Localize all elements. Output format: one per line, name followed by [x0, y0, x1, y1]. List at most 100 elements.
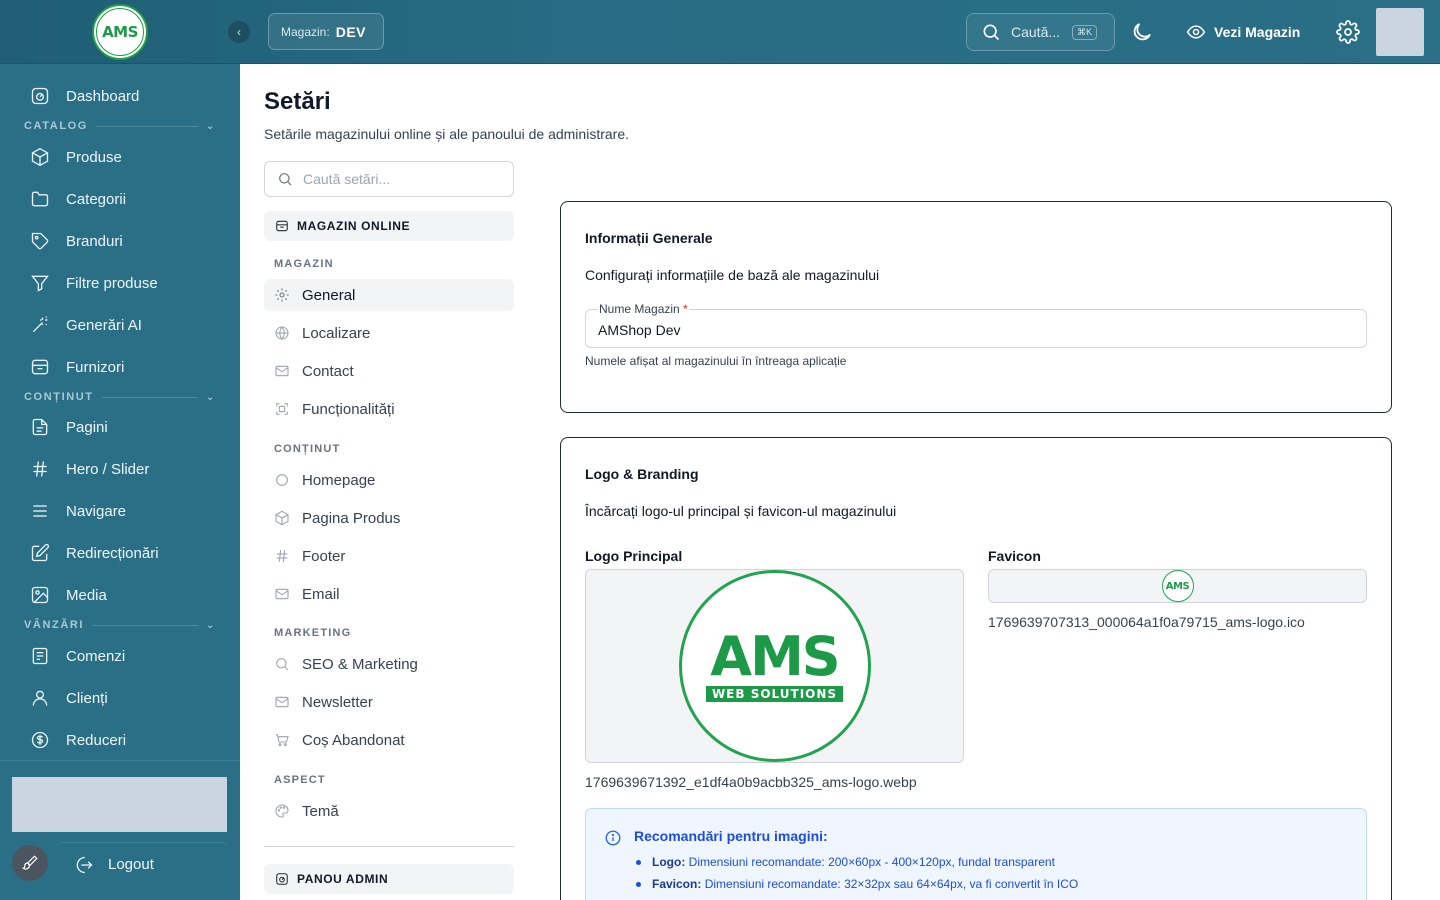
box-icon — [275, 510, 289, 526]
info-list-item-favicon: Favicon: Dimensiuni recomandate: 32×32px… — [634, 873, 1078, 895]
sidebar-item-furnizori[interactable]: Furnizori — [30, 355, 124, 379]
sidebar-item-navigare[interactable]: Navigare — [30, 499, 126, 523]
settings-button[interactable] — [1336, 20, 1360, 44]
sidebar-item-clienti[interactable]: Clienți — [30, 686, 108, 710]
sidebar-section-catalog[interactable]: CATALOG ⌄ — [24, 119, 216, 133]
brush-icon — [21, 855, 38, 870]
moon-icon — [1133, 23, 1151, 41]
page-subtitle: Setările magazinului online și ale panou… — [264, 126, 629, 142]
store-icon — [31, 359, 49, 375]
info-text: Dimensiuni recomandate: 32×32px sau 64×6… — [704, 877, 1079, 891]
gear-icon — [275, 288, 289, 302]
sidebar: Dashboard CATALOG ⌄ Produse Categorii Br… — [0, 64, 240, 900]
sidebar-item-branduri[interactable]: Branduri — [30, 229, 123, 253]
logo-upload-area[interactable]: AMS WEB SOLUTIONS — [585, 569, 964, 763]
sidebar-item-generari-ai[interactable]: Generări AI — [30, 313, 142, 337]
sidebar-item-label: Hero / Slider — [66, 460, 150, 478]
sidebar-section-vanzari[interactable]: VÂNZĂRI ⌄ — [24, 618, 216, 632]
theme-toggle-button[interactable] — [1130, 20, 1154, 44]
sidebar-item-produse[interactable]: Produse — [30, 145, 122, 169]
sidebar-item-comenzi[interactable]: Comenzi — [30, 644, 125, 668]
required-marker: * — [683, 302, 688, 316]
sidebar-item-categorii[interactable]: Categorii — [30, 187, 126, 211]
settings-group-label: PANOU ADMIN — [297, 872, 389, 886]
sidebar-section-continut[interactable]: CONȚINUT ⌄ — [24, 390, 216, 404]
settings-item-label: Funcționalități — [302, 400, 395, 418]
sidebar-item-redirectionari[interactable]: Redirecționări — [30, 541, 159, 565]
store-name-input[interactable] — [598, 322, 1358, 338]
collapse-sidebar-button[interactable]: ‹ — [228, 21, 250, 43]
app-logo[interactable]: AMS — [92, 4, 148, 60]
sidebar-item-filtre[interactable]: Filtre produse — [30, 271, 158, 295]
logout-button[interactable]: Logout — [56, 842, 228, 886]
sidebar-item-label: Furnizori — [66, 358, 125, 376]
settings-item-homepage[interactable]: Homepage — [264, 464, 514, 496]
chevron-down-icon: ⌄ — [206, 619, 216, 631]
settings-item-seo[interactable]: SEO & Marketing — [264, 648, 514, 680]
global-search[interactable]: Caută... ⌘K — [966, 13, 1115, 51]
card-description: Configurați informațiile de bază ale mag… — [585, 267, 880, 283]
settings-item-pagina-produs[interactable]: Pagina Produs — [264, 502, 514, 534]
mail-icon — [275, 696, 289, 708]
chevron-down-icon: ⌄ — [206, 120, 216, 132]
sidebar-item-label: Generări AI — [66, 316, 142, 334]
search-icon — [276, 658, 289, 671]
mail-icon — [275, 588, 289, 600]
favicon-label: Favicon — [988, 548, 1041, 564]
card-description: Încărcați logo-ul principal și favicon-u… — [585, 503, 897, 519]
sidebar-section-label: VÂNZĂRI — [24, 619, 85, 631]
store-name-help: Numele afișat al magazinului în întreaga… — [585, 354, 847, 368]
info-list-item-logo: Logo: Dimensiuni recomandate: 200×60px -… — [634, 851, 1078, 873]
gear-icon — [1336, 20, 1360, 44]
user-avatar[interactable] — [1376, 8, 1424, 56]
store-selector[interactable]: Magazin: DEV — [268, 13, 384, 50]
settings-search[interactable] — [264, 161, 514, 197]
customize-button[interactable] — [12, 845, 48, 881]
settings-item-label: Email — [302, 585, 340, 603]
palette-icon — [275, 804, 289, 818]
settings-item-footer[interactable]: Footer — [264, 540, 514, 572]
settings-item-label: General — [302, 286, 356, 304]
favicon-file-name: 1769639707313_000064a1f0a79715_ams-logo.… — [988, 614, 1305, 630]
sidebar-item-pagini[interactable]: Pagini — [30, 415, 108, 439]
favicon-upload-area[interactable]: AMS — [988, 569, 1367, 603]
sidebar-item-media[interactable]: Media — [30, 583, 107, 607]
info-icon — [604, 829, 622, 847]
settings-item-email[interactable]: Email — [264, 578, 514, 610]
settings-group-label: MAGAZIN ONLINE — [297, 219, 411, 233]
settings-item-newsletter[interactable]: Newsletter — [264, 686, 514, 718]
settings-item-label: Newsletter — [302, 693, 373, 711]
settings-item-localizare[interactable]: Localizare — [264, 317, 514, 349]
settings-item-contact[interactable]: Contact — [264, 355, 514, 387]
logout-label: Logout — [108, 856, 154, 873]
sidebar-item-dashboard[interactable]: Dashboard — [30, 84, 139, 108]
sidebar-item-reduceri[interactable]: Reduceri — [30, 728, 126, 752]
filter-icon — [31, 275, 49, 292]
settings-group-magazin-online[interactable]: MAGAZIN ONLINE — [264, 211, 514, 241]
card-title: Informații Generale — [585, 230, 713, 246]
view-store-button[interactable]: Vezi Magazin — [1186, 21, 1300, 43]
store-name-label-text: Nume Magazin — [599, 302, 680, 316]
card-title: Logo & Branding — [585, 466, 699, 482]
store-name-field[interactable]: Nume Magazin * — [585, 302, 1367, 348]
settings-group-panou-admin[interactable]: PANOU ADMIN — [264, 864, 514, 894]
page-title: Setări — [264, 88, 331, 115]
info-key: Favicon: — [652, 877, 702, 891]
image-recommendations: Recomandări pentru imagini: Logo: Dimens… — [585, 808, 1367, 900]
file-icon — [32, 418, 48, 436]
hash-icon — [276, 549, 288, 563]
settings-item-tema[interactable]: Temă — [264, 795, 514, 827]
tag-icon — [31, 232, 49, 250]
sidebar-item-label: Comenzi — [66, 647, 126, 665]
logo-label: Logo Principal — [585, 548, 683, 564]
settings-item-label: Temă — [302, 802, 339, 820]
chevron-down-icon: ⌄ — [206, 391, 216, 403]
sidebar-item-hero-slider[interactable]: Hero / Slider — [30, 457, 149, 481]
sidebar-item-label: Pagini — [66, 418, 108, 436]
settings-item-functionalitati[interactable]: Funcționalități — [264, 393, 514, 425]
settings-search-input[interactable] — [303, 171, 493, 187]
settings-item-cos-abandonat[interactable]: Coș Abandonat — [264, 724, 514, 756]
sidebar-item-label: Produse — [66, 148, 122, 166]
settings-item-general[interactable]: General — [264, 279, 514, 311]
section-divider — [92, 624, 199, 626]
